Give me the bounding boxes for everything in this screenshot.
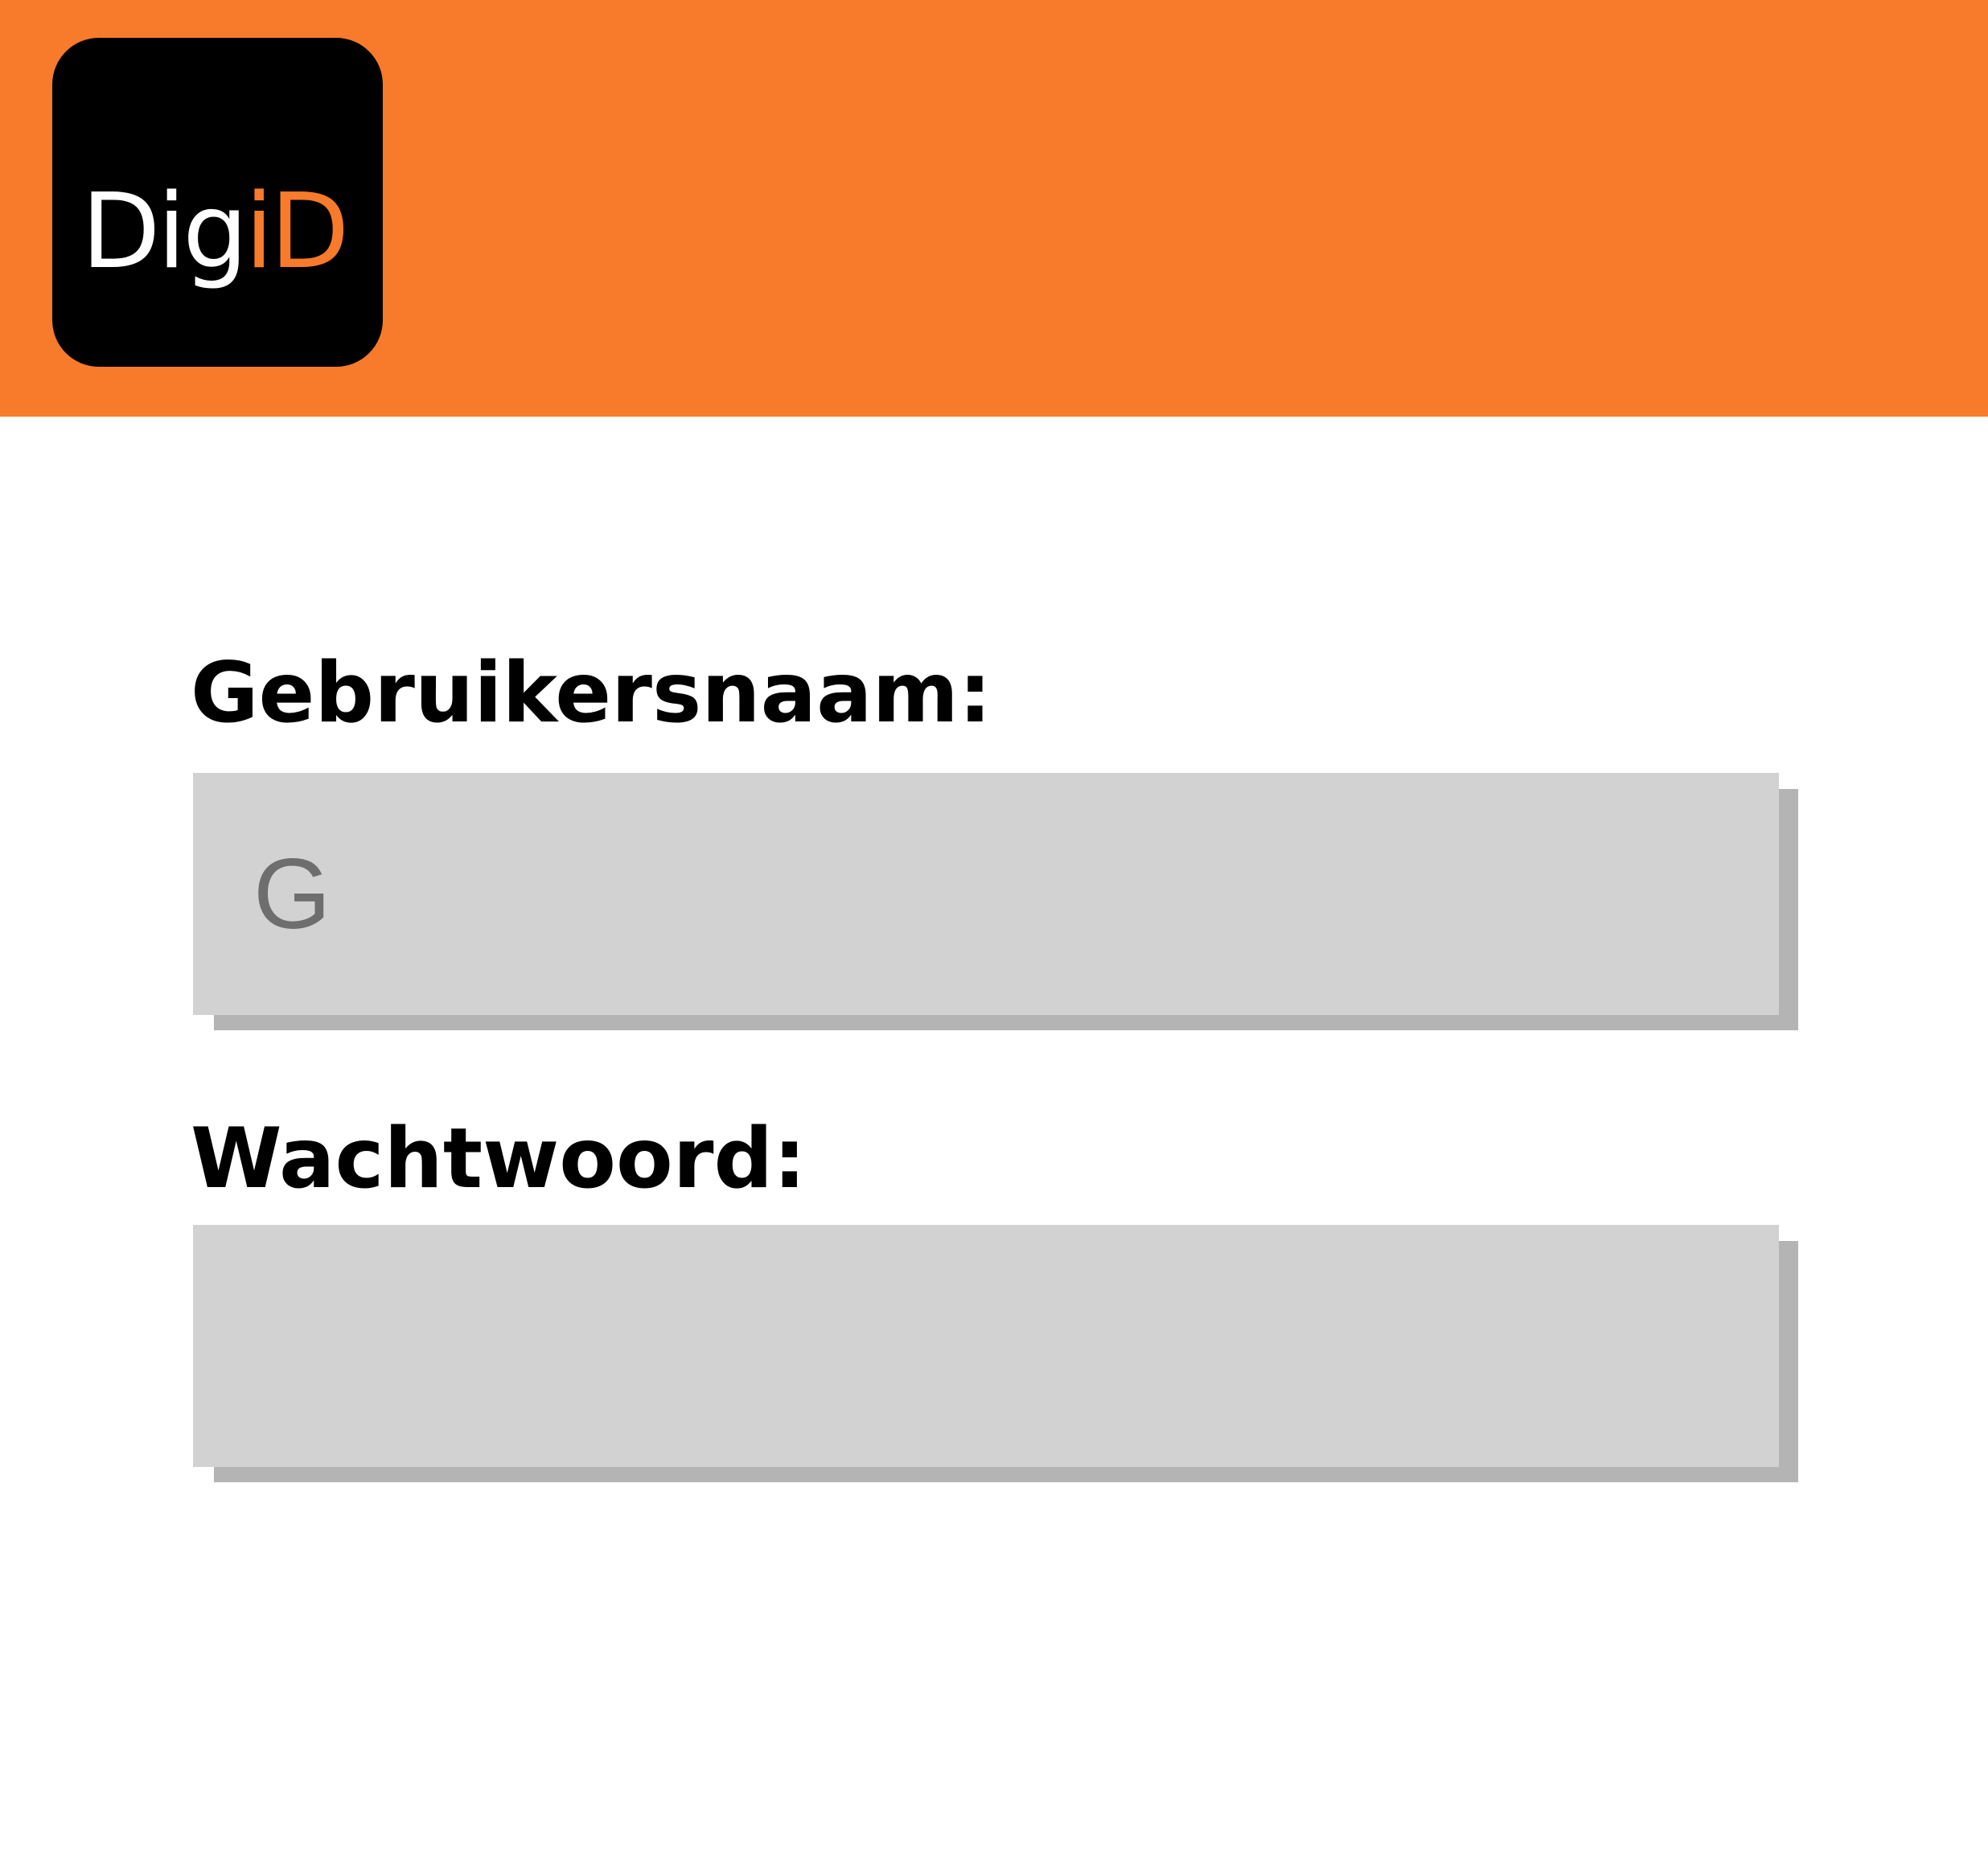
password-label: Wachtwoord: xyxy=(191,1111,807,1207)
logo-text-white: Dig xyxy=(81,172,248,292)
digid-logo: DigiD xyxy=(52,38,383,367)
password-field-wrapper xyxy=(193,1225,1798,1482)
username-input-value: G xyxy=(253,838,331,950)
username-field-wrapper: G xyxy=(193,773,1798,1030)
username-input[interactable]: G xyxy=(193,773,1779,1015)
logo-text: DigiD xyxy=(81,181,350,284)
username-label: Gebruikersnaam: xyxy=(191,645,992,742)
password-input[interactable] xyxy=(193,1225,1779,1467)
logo-text-orange: iD xyxy=(244,172,349,292)
header-bar: DigiD xyxy=(0,0,1988,417)
